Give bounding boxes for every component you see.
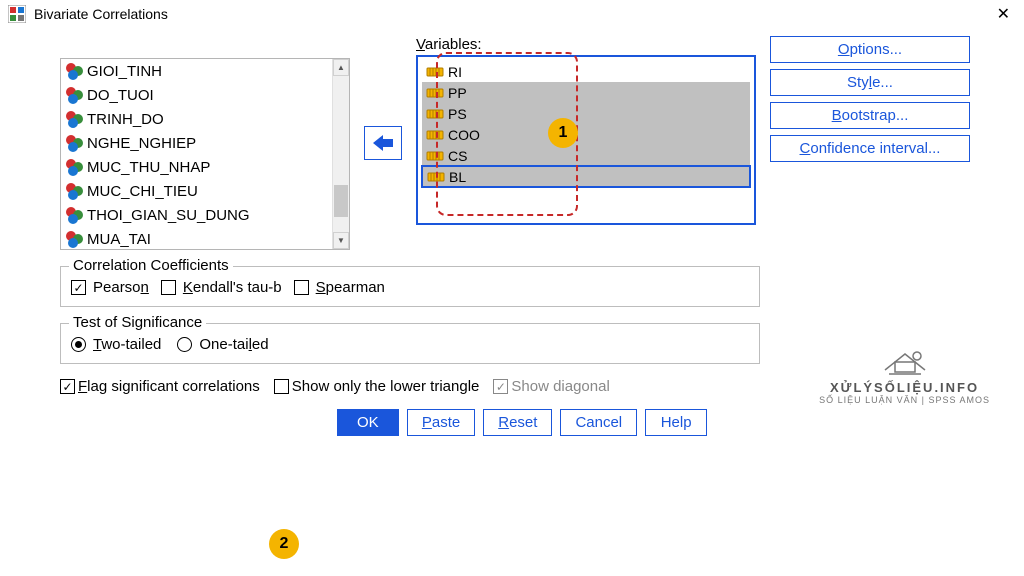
one-tailed-radio[interactable] <box>177 337 192 352</box>
dialog-button-row: OK Paste Reset Cancel Help <box>60 409 984 436</box>
spearman-checkbox[interactable] <box>294 280 309 295</box>
source-variable-list[interactable]: GIOI_TINH DO_TUOI TRINH_DO NGHE_NGHIEP MUC_T… <box>60 58 350 250</box>
nominal-icon <box>65 134 83 152</box>
options-button[interactable]: Options... <box>770 36 970 63</box>
correlation-coefficients-group: Correlation Coefficients ✓ Pearson Kenda… <box>60 266 760 307</box>
list-item-label: GIOI_TINH <box>87 63 162 80</box>
list-item-label: TRINH_DO <box>87 111 164 128</box>
kendall-checkbox[interactable] <box>161 280 176 295</box>
lower-triangle-label: Show only the lower triangle <box>292 378 480 395</box>
variables-label: Variables: <box>416 36 756 53</box>
ok-button[interactable]: OK <box>337 409 399 436</box>
scale-icon <box>426 84 444 102</box>
scale-icon <box>427 168 445 186</box>
spearman-label: Spearman <box>316 279 385 296</box>
list-item[interactable]: COO <box>422 124 750 145</box>
bootstrap-button[interactable]: Bootstrap... <box>770 102 970 129</box>
nominal-icon <box>65 206 83 224</box>
reset-button[interactable]: Reset <box>483 409 552 436</box>
arrow-left-icon <box>373 135 393 151</box>
scroll-thumb[interactable] <box>334 185 348 217</box>
style-button[interactable]: Style... <box>770 69 970 96</box>
app-icon <box>8 5 26 23</box>
test-of-significance-group: Test of Significance Two-tailed One-tail… <box>60 323 760 364</box>
titlebar: Bivariate Correlations ✕ <box>0 0 1024 28</box>
two-tailed-radio[interactable] <box>71 337 86 352</box>
list-item[interactable]: RI <box>422 61 750 82</box>
scroll-track[interactable] <box>333 76 349 232</box>
confidence-interval-button[interactable]: Confidence interval... <box>770 135 970 162</box>
list-item-label: BL <box>449 169 466 185</box>
scroll-up-icon[interactable]: ▲ <box>333 59 349 76</box>
cancel-button[interactable]: Cancel <box>560 409 637 436</box>
nominal-icon <box>65 86 83 104</box>
nominal-icon <box>65 110 83 128</box>
scale-icon <box>426 147 444 165</box>
list-item-label: MUA_TAI <box>87 231 151 248</box>
nominal-icon <box>65 158 83 176</box>
target-variable-list[interactable]: RI PP PS COO CS BL <box>416 55 756 225</box>
list-item[interactable]: BL <box>422 166 750 187</box>
list-item[interactable]: GIOI_TINH <box>61 59 332 83</box>
flag-significant-checkbox[interactable]: ✓ <box>60 379 75 394</box>
nominal-icon <box>65 182 83 200</box>
list-item[interactable]: MUC_CHI_TIEU <box>61 179 332 203</box>
watermark: XỬLÝSỐLIỆU.INFO SỐ LIỆU LUẬN VĂN | SPSS … <box>819 348 990 405</box>
list-item[interactable]: PP <box>422 82 750 103</box>
annotation-badge-1: 1 <box>548 118 578 148</box>
scale-icon <box>426 105 444 123</box>
list-item-label: MUC_CHI_TIEU <box>87 183 198 200</box>
scrollbar[interactable]: ▲ ▼ <box>332 59 349 249</box>
list-item[interactable]: CS <box>422 145 750 166</box>
list-item[interactable]: THOI_GIAN_SU_DUNG <box>61 203 332 227</box>
scroll-down-icon[interactable]: ▼ <box>333 232 349 249</box>
watermark-icon <box>881 348 929 378</box>
nominal-icon <box>65 230 83 248</box>
pearson-checkbox[interactable]: ✓ <box>71 280 86 295</box>
move-left-button[interactable] <box>364 126 402 160</box>
list-item-label: RI <box>448 64 462 80</box>
paste-button[interactable]: Paste <box>407 409 475 436</box>
group-legend: Correlation Coefficients <box>69 257 233 274</box>
group-legend: Test of Significance <box>69 314 206 331</box>
flag-significant-label: Flag significant correlations <box>78 378 260 395</box>
show-diagonal-checkbox: ✓ <box>493 379 508 394</box>
list-item-label: COO <box>448 127 480 143</box>
list-item[interactable]: NGHE_NGHIEP <box>61 131 332 155</box>
list-item[interactable]: MUC_THU_NHAP <box>61 155 332 179</box>
kendall-label: Kendall's tau-b <box>183 279 282 296</box>
list-item[interactable]: PS <box>422 103 750 124</box>
list-item-label: MUC_THU_NHAP <box>87 159 210 176</box>
two-tailed-label: Two-tailed <box>93 336 161 353</box>
nominal-icon <box>65 62 83 80</box>
scale-icon <box>426 126 444 144</box>
list-item[interactable]: MUA_TAI <box>61 227 332 249</box>
scale-icon <box>426 63 444 81</box>
list-item-label: NGHE_NGHIEP <box>87 135 196 152</box>
list-item-label: THOI_GIAN_SU_DUNG <box>87 207 250 224</box>
annotation-badge-2: 2 <box>269 529 299 559</box>
list-item[interactable]: DO_TUOI <box>61 83 332 107</box>
list-item-label: CS <box>448 148 467 164</box>
list-item-label: PS <box>448 106 467 122</box>
list-item[interactable]: TRINH_DO <box>61 107 332 131</box>
show-diagonal-label: Show diagonal <box>511 378 609 395</box>
close-icon[interactable]: ✕ <box>991 4 1016 24</box>
help-button[interactable]: Help <box>645 409 707 436</box>
list-item-label: DO_TUOI <box>87 87 154 104</box>
window-title: Bivariate Correlations <box>34 6 991 22</box>
list-item-label: PP <box>448 85 467 101</box>
pearson-label: Pearson <box>93 279 149 296</box>
one-tailed-label: One-tailed <box>199 336 268 353</box>
lower-triangle-checkbox[interactable] <box>274 379 289 394</box>
